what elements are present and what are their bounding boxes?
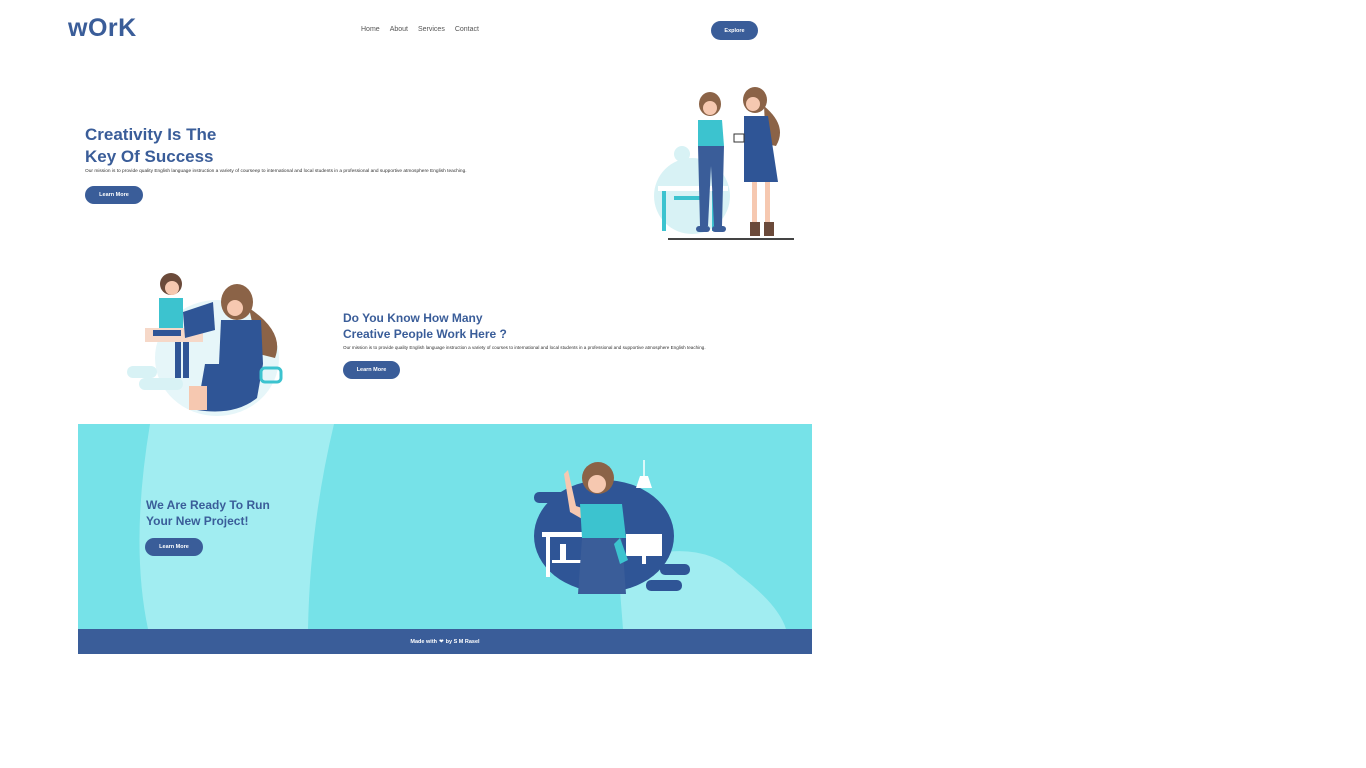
main-nav: Home About Services Contact — [361, 26, 479, 33]
section3-title: We Are Ready To Run Your New Project! — [146, 497, 270, 529]
hero-illustration — [654, 87, 794, 240]
section3-title-line2: Your New Project! — [146, 514, 249, 528]
logo[interactable]: wOrK — [68, 14, 137, 43]
hero-learn-more-button[interactable]: Learn More — [85, 186, 143, 204]
footer-made-with: Made with — [410, 638, 438, 645]
team-illustration — [127, 273, 283, 416]
footer: Made with ❤ by S M Rasel — [78, 629, 812, 654]
section2-title-line1: Do You Know How Many — [343, 311, 483, 325]
nav-contact[interactable]: Contact — [455, 26, 479, 33]
nav-home[interactable]: Home — [361, 26, 380, 33]
hero-title-line1: Creativity Is The — [85, 125, 217, 144]
section3-learn-more-button[interactable]: Learn More — [145, 538, 203, 556]
nav-services[interactable]: Services — [418, 26, 445, 33]
footer-author: by S M Rasel — [445, 638, 480, 645]
hero-title: Creativity Is The Key Of Success — [85, 124, 216, 168]
hero-title-line2: Key Of Success — [85, 147, 214, 166]
section3-title-line1: We Are Ready To Run — [146, 498, 270, 512]
section2-title: Do You Know How Many Creative People Wor… — [343, 310, 507, 342]
section2-description: Our mission is to provide quality Englis… — [343, 345, 706, 350]
heart-icon: ❤ — [439, 638, 444, 645]
waving-woman-illustration — [534, 460, 690, 594]
explore-button[interactable]: Explore — [711, 21, 758, 40]
section2-learn-more-button[interactable]: Learn More — [343, 361, 400, 379]
section2-title-line2: Creative People Work Here ? — [343, 327, 507, 341]
hero-description: Our mission is to provide quality Englis… — [85, 169, 467, 174]
nav-about[interactable]: About — [390, 26, 408, 33]
cta-banner: We Are Ready To Run Your New Project! Le… — [78, 424, 812, 629]
